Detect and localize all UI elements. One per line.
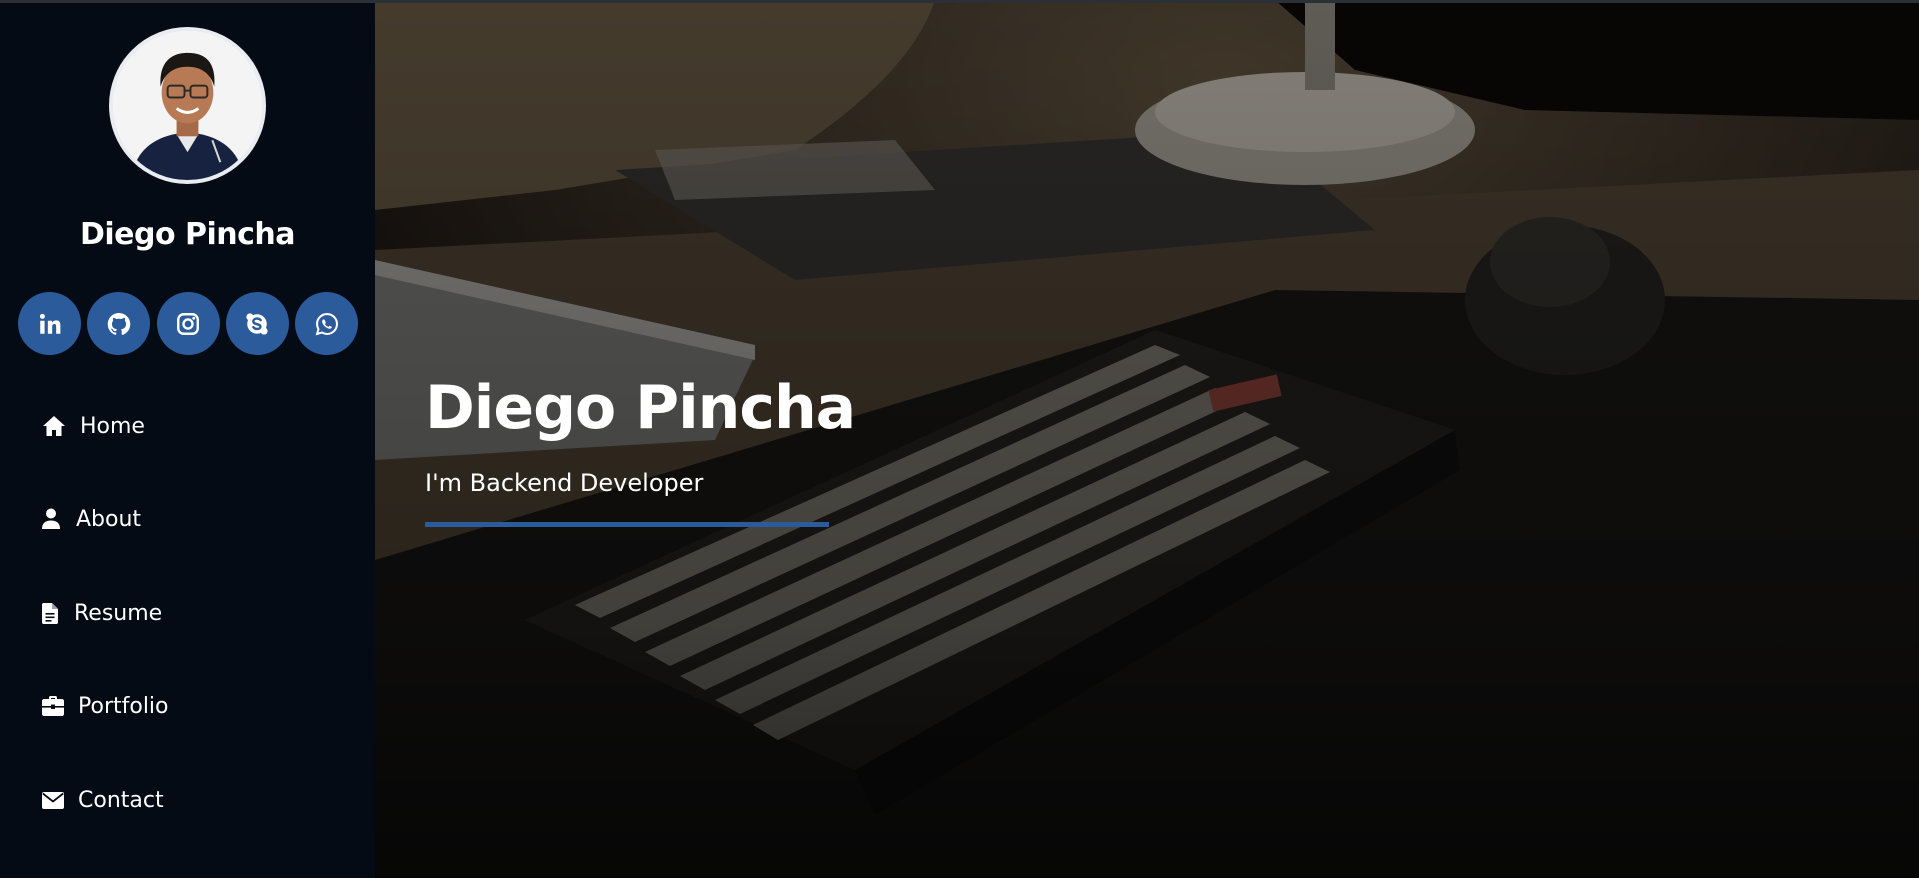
- skype-icon: [246, 312, 268, 335]
- profile-name: Diego Pincha: [79, 217, 296, 252]
- envelope-icon: [42, 788, 64, 812]
- hero-title: Diego Pincha: [425, 373, 856, 443]
- social-links: [18, 292, 358, 356]
- avatar: [109, 27, 266, 184]
- nav-item-label: Portfolio: [78, 693, 169, 719]
- nav-item-about[interactable]: About: [42, 499, 141, 539]
- file-icon: [42, 601, 58, 625]
- linkedin-link[interactable]: [18, 292, 81, 355]
- hero-content: Diego Pincha I'm Backend Developer: [425, 370, 1125, 527]
- nav-item-resume[interactable]: Resume: [42, 593, 162, 633]
- nav-item-contact[interactable]: Contact: [42, 780, 164, 820]
- sidebar: Diego Pincha Home About Resume Portfolio…: [0, 0, 375, 878]
- avatar-photo: [113, 31, 262, 180]
- linkedin-icon: [39, 313, 60, 334]
- window-top-border: [0, 0, 1919, 3]
- hero-section: Diego Pincha I'm Backend Developer: [375, 0, 1919, 878]
- nav-item-label: Resume: [74, 600, 163, 626]
- briefcase-icon: [42, 694, 64, 718]
- nav-item-home[interactable]: Home: [42, 406, 145, 446]
- hero-subtitle: I'm Backend Developer: [425, 469, 704, 497]
- home-icon: [42, 414, 66, 438]
- github-link[interactable]: [87, 292, 151, 355]
- instagram-link[interactable]: [156, 292, 220, 355]
- instagram-icon: [177, 312, 199, 335]
- nav-item-label: Home: [80, 413, 145, 439]
- nav-item-portfolio[interactable]: Portfolio: [42, 686, 169, 726]
- nav-item-label: Contact: [78, 787, 164, 813]
- whatsapp-icon: [315, 312, 338, 335]
- skype-link[interactable]: [225, 292, 289, 355]
- nav-item-label: About: [76, 506, 142, 532]
- hero-underline: [425, 522, 829, 527]
- whatsapp-link[interactable]: [295, 292, 358, 355]
- github-icon: [107, 312, 131, 335]
- user-icon: [42, 507, 60, 531]
